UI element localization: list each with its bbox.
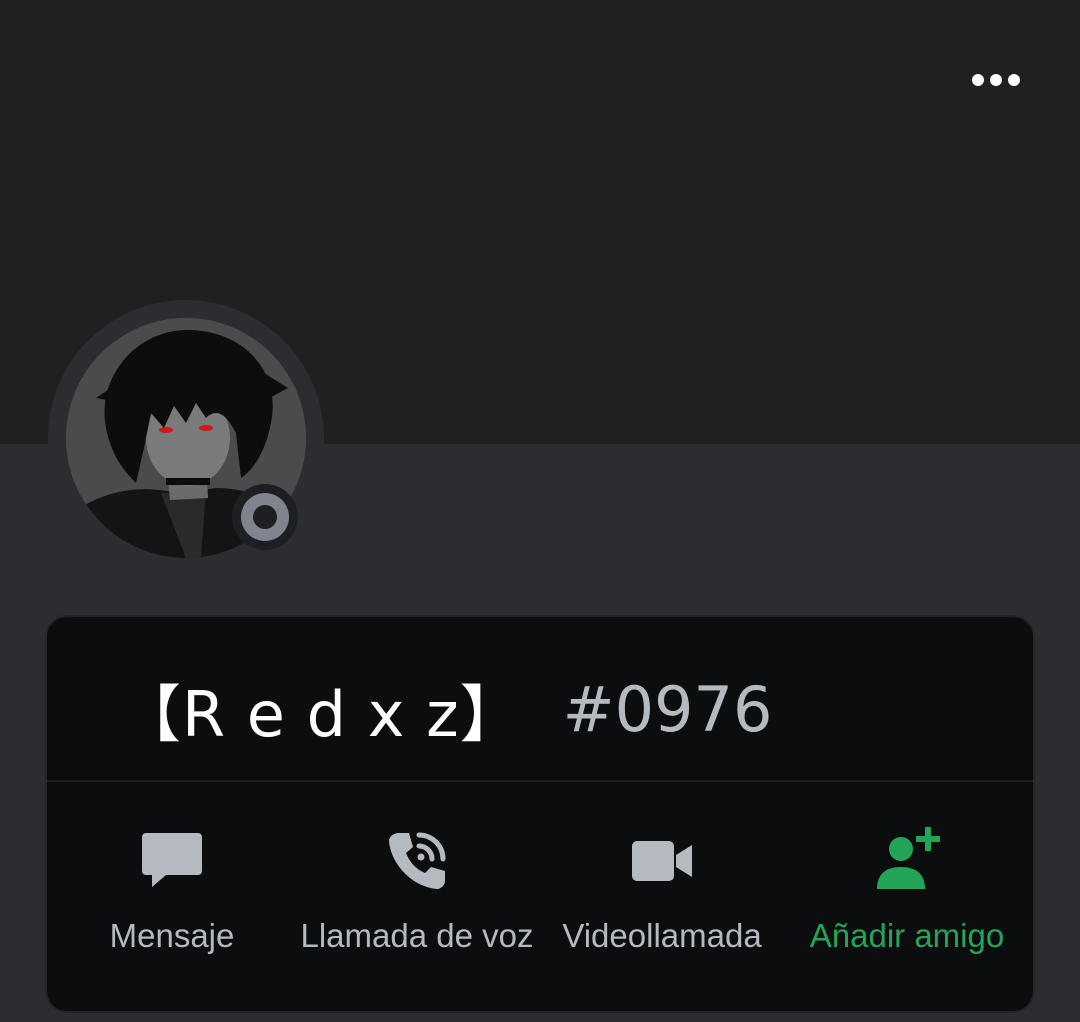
more-options-dot	[990, 74, 1002, 86]
video-call-icon	[632, 841, 692, 881]
voice-call-label: Llamada de voz	[300, 917, 534, 954]
message-icon	[142, 833, 202, 887]
more-options-dot	[1008, 74, 1020, 86]
video-call-label: Videollamada	[562, 917, 762, 954]
message-button[interactable]: Mensaje	[47, 817, 297, 977]
username: 【R e d x z】	[119, 678, 523, 751]
profile-card: 【R e d x z】 #0976 Mensaje Llamada de voz	[45, 615, 1035, 1013]
name-row: 【R e d x z】 #0976	[119, 669, 773, 752]
offline-status-icon	[241, 493, 289, 541]
add-friend-label: Añadir amigo	[809, 917, 1005, 954]
add-friend-icon	[877, 827, 940, 889]
more-options-button[interactable]	[960, 60, 1032, 100]
discriminator: #0976	[562, 672, 773, 746]
video-call-button[interactable]: Videollamada	[537, 817, 787, 977]
add-friend-button[interactable]: Añadir amigo	[782, 817, 1032, 977]
more-options-icon	[972, 74, 984, 86]
voice-call-icon	[389, 832, 446, 889]
divider	[47, 780, 1033, 782]
message-label: Mensaje	[109, 917, 235, 954]
voice-call-button[interactable]: Llamada de voz	[292, 817, 542, 977]
action-bar: Mensaje Llamada de voz Videollamada Añad…	[47, 817, 1033, 977]
